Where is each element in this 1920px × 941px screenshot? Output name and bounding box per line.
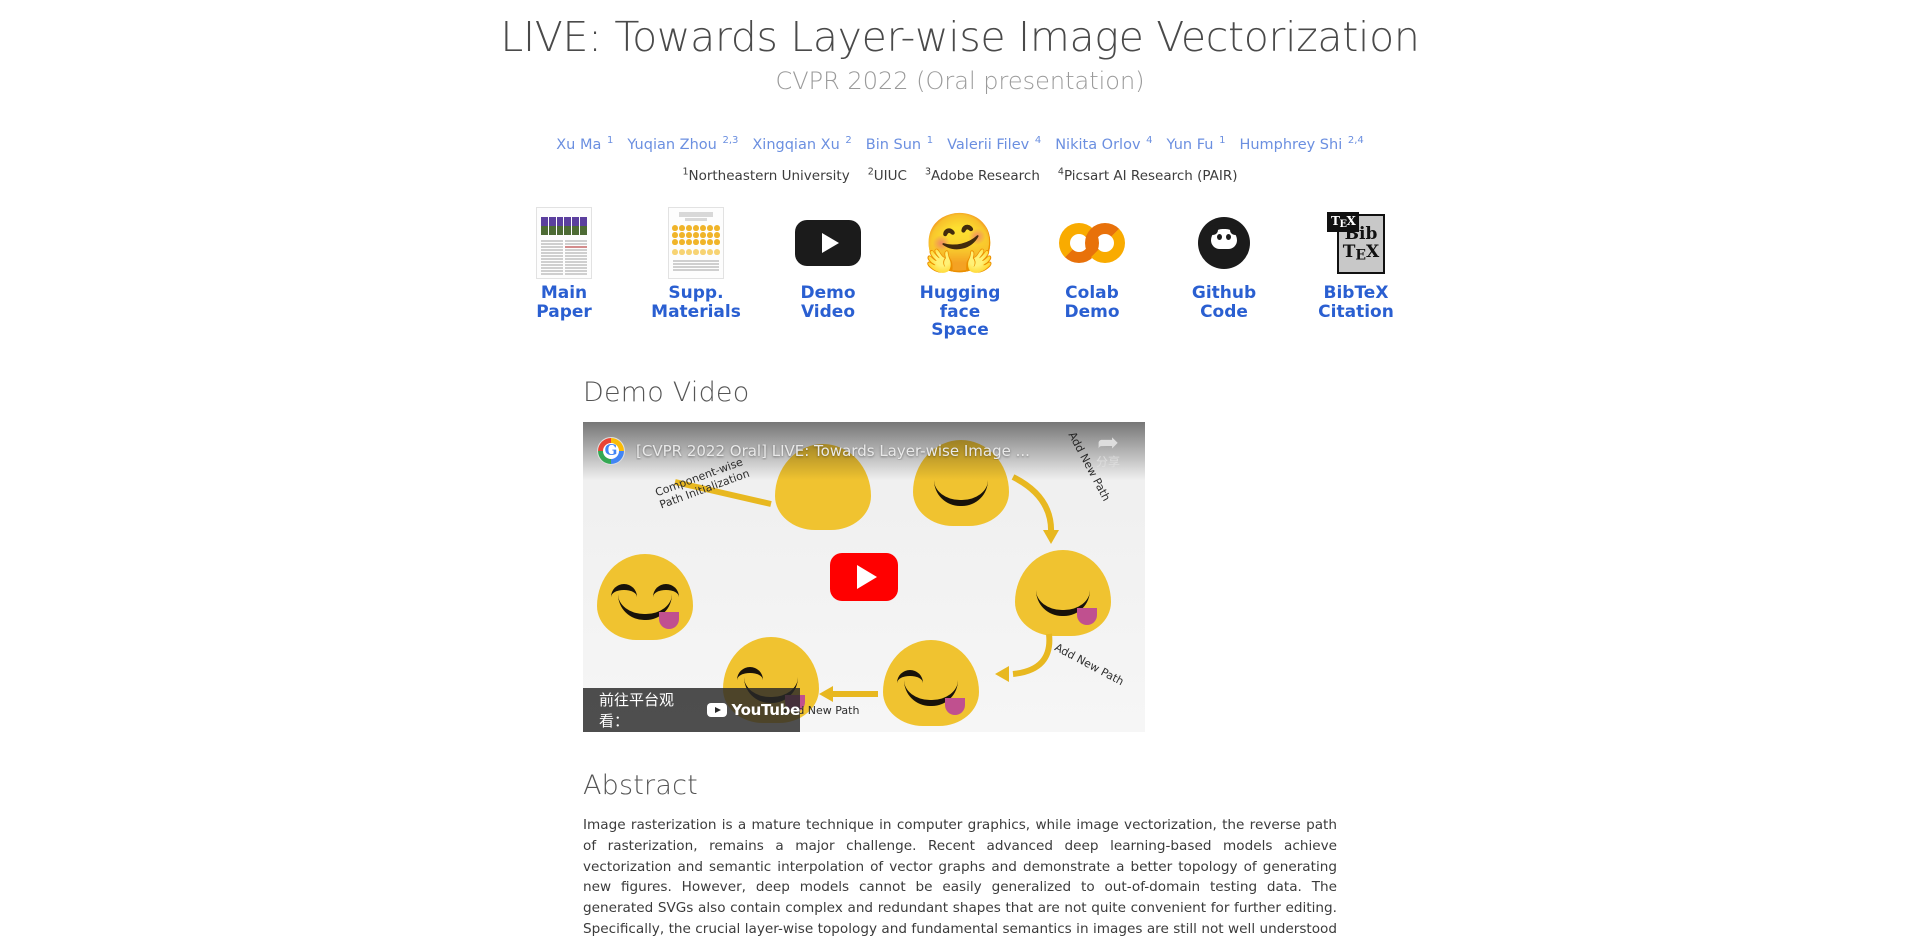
author-link[interactable]: Valerii Filev 4 xyxy=(947,135,1042,154)
link-label-line2: Paper xyxy=(536,301,592,322)
link-github-code[interactable]: Github Code xyxy=(1180,210,1268,321)
author-affiliation-marker: 1 xyxy=(926,135,934,147)
author-name: Valerii Filev xyxy=(947,137,1034,154)
affiliation-item: 2UIUC xyxy=(868,167,907,185)
author-name: Nikita Orlov xyxy=(1055,137,1146,154)
watch-on-label: 前往平台观看： xyxy=(599,691,675,731)
author-link[interactable]: Yun Fu 1 xyxy=(1166,135,1226,154)
link-supp-materials[interactable]: Supp. Materials xyxy=(651,207,741,321)
link-label-line2: Citation xyxy=(1318,301,1394,322)
author-list: Xu Ma 1 Yuqian Zhou 2,3 Xingqian Xu 2 Bin S… xyxy=(0,133,1920,157)
author-link[interactable]: Xu Ma 1 xyxy=(556,135,614,154)
paper-project-page: LIVE: Towards Layer-wise Image Vectoriza… xyxy=(0,12,1920,941)
author-link[interactable]: Humphrey Shi 2,4 xyxy=(1239,135,1364,154)
author-affiliation-marker: 2 xyxy=(845,135,852,147)
share-arrow-icon: ➦ xyxy=(1097,427,1119,458)
author-name: Xingqian Xu xyxy=(752,137,845,154)
link-label-line2: Materials xyxy=(651,301,741,322)
author-name: Humphrey Shi xyxy=(1239,137,1347,154)
link-label-line2: face Space xyxy=(931,301,989,341)
share-label: 分享 xyxy=(1095,454,1120,469)
section-heading-abstract: Abstract xyxy=(583,770,698,802)
affiliation-item: 1Northeastern University xyxy=(682,167,850,185)
hugging-face-icon: 🤗 xyxy=(923,209,997,278)
author-name: Yun Fu xyxy=(1166,137,1219,154)
affiliation-item: 3Adobe Research xyxy=(925,167,1040,185)
affiliation-name: UIUC xyxy=(873,168,907,185)
link-label-line1: Github xyxy=(1191,283,1257,304)
author-affiliation-marker: 4 xyxy=(1034,135,1042,147)
resource-links: Main Paper Supp. Materials Demo Video 🤗 … xyxy=(0,207,1920,339)
author-link[interactable]: Xingqian Xu 2 xyxy=(752,135,852,154)
link-label-line2: Video xyxy=(800,301,856,322)
link-label-line1: Colab xyxy=(1065,283,1119,304)
bibtex-badge: TEX xyxy=(1327,212,1360,233)
link-label: Main Paper xyxy=(536,284,592,321)
bibtex-icon: Bib TEX TEX xyxy=(1327,210,1385,276)
affiliation-name: Picsart AI Research (PAIR) xyxy=(1063,168,1238,185)
link-label: Colab Demo xyxy=(1064,284,1119,321)
github-icon xyxy=(1198,210,1250,276)
author-link[interactable]: Bin Sun 1 xyxy=(865,135,934,154)
link-label-line1: Main xyxy=(540,283,588,304)
section-heading-demo-video: Demo Video xyxy=(583,377,750,409)
play-button[interactable] xyxy=(830,553,898,602)
author-affiliation-marker: 2,3 xyxy=(722,135,739,147)
author-link[interactable]: Yuqian Zhou 2,3 xyxy=(627,135,739,154)
affiliation-name: Adobe Research xyxy=(930,168,1040,185)
main-content: Demo Video Path Initialization Add New P… xyxy=(583,377,1337,941)
link-label: Github Code xyxy=(1192,284,1256,321)
paper-thumbnail-icon xyxy=(536,207,592,280)
author-link[interactable]: Nikita Orlov 4 xyxy=(1055,135,1153,154)
author-name: Xu Ma xyxy=(556,137,606,154)
link-label: Demo Video xyxy=(800,284,855,321)
youtube-wordmark-icon: YouTube xyxy=(707,701,800,719)
link-label: BibTeX Citation xyxy=(1318,284,1394,321)
demo-video-player[interactable]: Component-wise Path Initialization Add N… xyxy=(583,422,1145,733)
link-label-line2: Code xyxy=(1200,301,1248,322)
author-affiliation-marker: 1 xyxy=(1219,135,1226,147)
bibtex-tex-text: TEX xyxy=(1342,241,1380,264)
youtube-play-icon xyxy=(795,210,861,276)
link-label-line1: Demo xyxy=(800,283,856,304)
link-bibtex-citation[interactable]: Bib TEX TEX BibTeX Citation xyxy=(1312,210,1400,321)
link-demo-video[interactable]: Demo Video xyxy=(784,210,872,321)
abstract-text: Image rasterization is a mature techniqu… xyxy=(583,817,1337,937)
link-label: Supp. Materials xyxy=(651,284,741,321)
share-button[interactable]: ➦ 分享 xyxy=(1085,427,1131,470)
colab-icon xyxy=(1059,210,1125,276)
link-main-paper[interactable]: Main Paper xyxy=(520,207,608,321)
google-logo-icon: G xyxy=(597,437,625,466)
affiliation-list: 1Northeastern University 2UIUC 3Adobe Rese… xyxy=(0,167,1920,185)
platform-name: YouTube xyxy=(731,701,800,720)
page-title: LIVE: Towards Layer-wise Image Vectoriza… xyxy=(500,13,1420,61)
link-hugging-face-space[interactable]: 🤗 Hugging face Space xyxy=(916,210,1004,339)
video-title: [CVPR 2022 Oral] LIVE: Towards Layer-wis… xyxy=(636,442,1030,461)
supplementary-thumbnail-icon xyxy=(668,207,724,280)
watch-on-youtube-bar[interactable]: 前往平台观看： YouTube xyxy=(583,688,800,733)
author-affiliation-marker: 4 xyxy=(1146,135,1153,147)
link-label: Hugging face Space xyxy=(916,284,1004,339)
link-label-line1: BibTeX xyxy=(1323,283,1389,304)
link-label-line1: Hugging xyxy=(919,283,1001,304)
link-label-line2: Demo xyxy=(1064,301,1120,322)
video-top-bar: G [CVPR 2022 Oral] LIVE: Towards Layer-w… xyxy=(583,422,1145,481)
link-label-line1: Supp. xyxy=(668,283,724,304)
author-affiliation-marker: 1 xyxy=(606,135,614,147)
affiliation-name: Northeastern University xyxy=(688,168,850,185)
author-affiliation-marker: 2,4 xyxy=(1347,135,1364,147)
author-name: Yuqian Zhou xyxy=(627,137,722,154)
author-name: Bin Sun xyxy=(865,137,926,154)
page-subtitle: CVPR 2022 (Oral presentation) xyxy=(775,67,1145,96)
link-colab-demo[interactable]: Colab Demo xyxy=(1048,210,1136,321)
affiliation-item: 4Picsart AI Research (PAIR) xyxy=(1058,167,1238,185)
